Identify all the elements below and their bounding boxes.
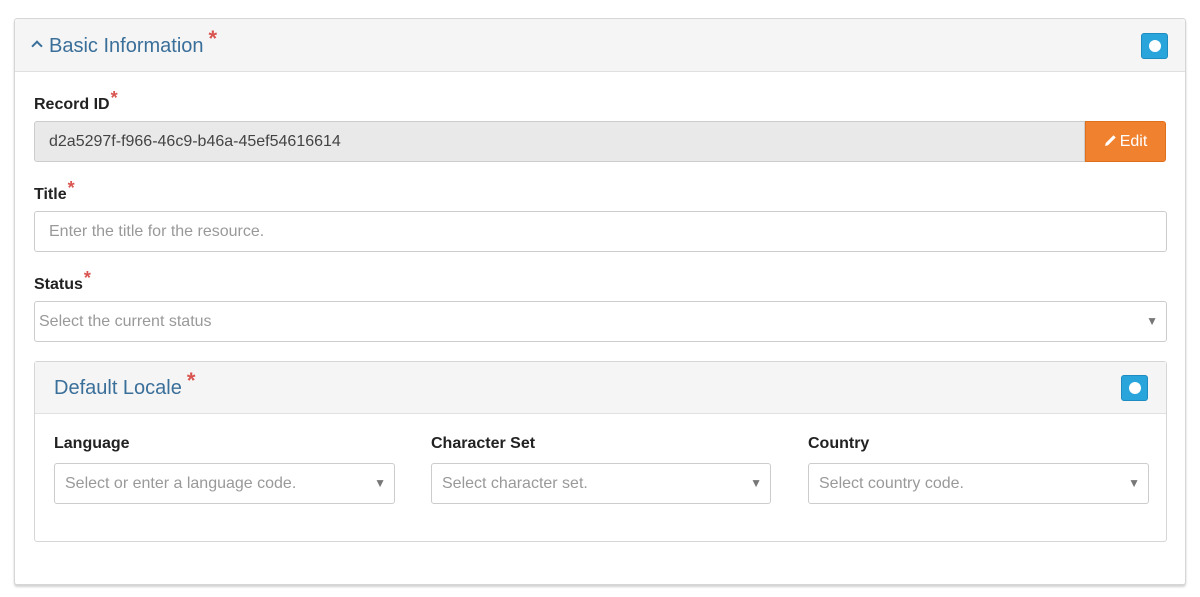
record-id-label-text: Record ID [34,96,110,113]
default-locale-panel: Default Locale * Language Select or enter… [34,361,1167,542]
pencil-icon [1104,122,1117,161]
panel-title-text: Basic Information [49,35,204,57]
title-label-text: Title [34,186,67,203]
caret-down-icon: ▼ [750,476,762,490]
panel-toggle-button[interactable] [1141,33,1168,59]
status-placeholder: Select the current status [39,313,212,330]
caret-down-icon: ▼ [374,476,386,490]
character-set-select[interactable]: Select character set. ▼ [431,463,771,504]
status-label: Status* [34,268,91,294]
record-id-label: Record ID* [34,88,118,114]
country-select[interactable]: Select country code. ▼ [808,463,1149,504]
default-locale-title[interactable]: Default Locale * [54,368,195,400]
required-asterisk: * [110,88,118,108]
language-placeholder: Select or enter a language code. [65,475,297,492]
edit-button[interactable]: Edit [1085,121,1166,162]
panel-heading[interactable]: Basic Information * [15,19,1185,72]
caret-down-icon: ▼ [1128,476,1140,490]
status-label-text: Status [34,276,83,293]
country-placeholder: Select country code. [819,475,964,492]
character-set-placeholder: Select character set. [442,475,588,492]
circle-icon [1149,40,1161,52]
character-set-label: Character Set [431,435,536,452]
caret-down-icon: ▼ [1146,314,1158,328]
status-select[interactable]: Select the current status ▼ [34,301,1167,342]
edit-button-label: Edit [1119,133,1148,150]
required-asterisk: * [67,178,75,198]
default-locale-title-text: Default Locale [54,377,182,399]
basic-information-panel: Basic Information * Record ID* d2a5297f-f… [14,18,1186,585]
chevron-up-icon[interactable] [31,40,43,52]
record-id-field: d2a5297f-f966-46c9-b46a-45ef54616614 [34,121,1085,162]
panel-title[interactable]: Basic Information * [31,26,217,58]
title-input[interactable]: Enter the title for the resource. [34,211,1167,252]
title-label: Title* [34,178,75,204]
required-asterisk: * [186,368,196,393]
required-asterisk: * [83,268,91,288]
required-asterisk: * [208,26,218,51]
language-select[interactable]: Select or enter a language code. ▼ [54,463,395,504]
default-locale-toggle-button[interactable] [1121,375,1148,401]
circle-icon [1129,382,1141,394]
language-label: Language [54,435,130,452]
country-label: Country [808,435,870,452]
default-locale-heading[interactable]: Default Locale * [35,362,1166,414]
